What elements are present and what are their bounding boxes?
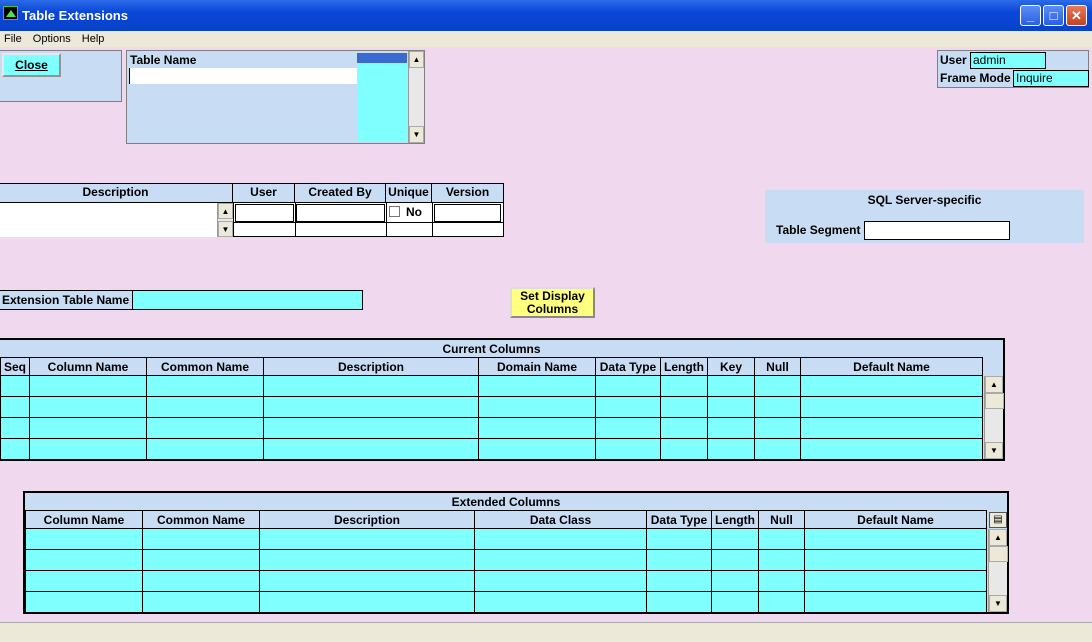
- unique-value: No: [406, 205, 422, 219]
- description-header: Description: [0, 184, 233, 202]
- scroll-up-icon[interactable]: ▲: [409, 51, 424, 68]
- table-row[interactable]: [25, 549, 987, 571]
- table-row[interactable]: [0, 396, 983, 418]
- version-header: Version: [432, 184, 503, 202]
- unique-header: Unique: [386, 184, 432, 202]
- set-display-columns-button[interactable]: Set Display Columns: [510, 287, 595, 318]
- col-header: Common Name: [146, 357, 264, 376]
- table-segment-input[interactable]: [864, 221, 1010, 240]
- window-title: Table Extensions: [22, 8, 128, 23]
- table-row[interactable]: [0, 375, 983, 397]
- current-columns-title: Current Columns: [442, 342, 541, 356]
- created-by-field: [296, 204, 385, 222]
- extension-table-panel: Extension Table Name: [0, 290, 363, 310]
- table-row[interactable]: [0, 438, 983, 460]
- menu-help[interactable]: Help: [78, 31, 109, 47]
- sql-server-title: SQL Server-specific: [867, 193, 982, 207]
- col-header: Column Name: [25, 510, 143, 529]
- status-bar: [0, 622, 1092, 642]
- frame-mode-field: Inquire: [1013, 70, 1089, 87]
- col-header: Data Type: [646, 510, 712, 529]
- version-field: [434, 204, 501, 222]
- table-segment-label: Table Segment: [776, 223, 861, 237]
- user-header: User: [233, 184, 295, 202]
- maximize-icon: □: [1049, 8, 1058, 23]
- col-header: Common Name: [142, 510, 260, 529]
- scroll-down-icon[interactable]: ▼: [218, 221, 233, 237]
- sql-server-panel: SQL Server-specific Table Segment: [765, 190, 1084, 243]
- scroll-down-icon[interactable]: ▼: [985, 442, 1003, 459]
- minimize-icon: _: [1026, 8, 1035, 23]
- scroll-down-icon[interactable]: ▼: [989, 595, 1007, 612]
- title-bar[interactable]: Table Extensions _ □ ✕: [0, 0, 1092, 31]
- table-name-input[interactable]: [129, 68, 357, 84]
- current-columns-table: Seq Column Name Common Name Description …: [0, 357, 983, 460]
- col-header: Domain Name: [478, 357, 596, 376]
- col-header: Null: [758, 510, 805, 529]
- table-name-panel: Table Name ▲ ▼: [126, 50, 425, 144]
- scroll-up-icon[interactable]: ▲: [989, 529, 1007, 546]
- table-row[interactable]: [25, 528, 987, 550]
- app-icon: [3, 6, 18, 20]
- extension-table-label: Extension Table Name: [2, 293, 130, 307]
- column-chooser-icon[interactable]: ▤: [989, 512, 1007, 528]
- table-name-label: Table Name: [130, 53, 197, 67]
- table-info-grid: Description User Created By Unique Versi…: [0, 183, 504, 237]
- close-icon: ✕: [1071, 8, 1082, 23]
- created-by-header: Created By: [295, 184, 386, 202]
- user-field: admin: [970, 52, 1046, 69]
- extended-columns-scrollbar[interactable]: ▲ ▼: [988, 529, 1008, 612]
- table-row[interactable]: [0, 417, 983, 439]
- current-columns-panel: Current Columns Seq Column Name Common N…: [0, 338, 1005, 461]
- menu-options[interactable]: Options: [29, 31, 75, 47]
- menu-bar: File Options Help: [0, 31, 1092, 47]
- user-field-info: [235, 204, 294, 222]
- list-selection: [357, 53, 407, 63]
- extended-columns-title: Extended Columns: [451, 495, 561, 509]
- extended-columns-panel: Extended Columns Column Name Common Name…: [23, 491, 1009, 614]
- col-header: Default Name: [804, 510, 987, 529]
- col-header: Key: [707, 357, 755, 376]
- table-row[interactable]: [25, 570, 987, 592]
- description-scrollbar[interactable]: ▲ ▼: [217, 203, 233, 237]
- user-panel: User admin Frame Mode Inquire: [937, 50, 1089, 88]
- col-header: Length: [660, 357, 708, 376]
- scroll-down-icon[interactable]: ▼: [409, 126, 424, 143]
- scroll-up-icon[interactable]: ▲: [985, 376, 1003, 393]
- col-header: Description: [263, 357, 479, 376]
- col-header: Default Name: [800, 357, 983, 376]
- col-header: Description: [259, 510, 475, 529]
- unique-checkbox[interactable]: [389, 206, 400, 217]
- extended-columns-table: Column Name Common Name Description Data…: [25, 510, 987, 613]
- description-field[interactable]: [0, 203, 217, 237]
- table-name-scrollbar[interactable]: ▲ ▼: [408, 51, 424, 143]
- close-window-button[interactable]: ✕: [1066, 5, 1087, 26]
- table-name-list[interactable]: [357, 53, 407, 142]
- col-header: Column Name: [29, 357, 147, 376]
- frame-mode-label: Frame Mode: [940, 71, 1011, 85]
- close-panel: Close: [0, 50, 122, 102]
- maximize-button[interactable]: □: [1043, 5, 1064, 26]
- scroll-thumb[interactable]: [985, 393, 1004, 409]
- scroll-up-icon[interactable]: ▲: [218, 203, 233, 219]
- user-label: User: [940, 53, 967, 67]
- col-header: Null: [754, 357, 801, 376]
- scroll-thumb[interactable]: [989, 546, 1008, 562]
- minimize-button[interactable]: _: [1020, 5, 1041, 26]
- extension-table-field: [132, 290, 363, 310]
- col-header: Data Type: [595, 357, 661, 376]
- current-columns-scrollbar[interactable]: ▲ ▼: [984, 376, 1004, 459]
- table-row[interactable]: [25, 591, 987, 613]
- menu-file[interactable]: File: [0, 31, 26, 47]
- close-button[interactable]: Close: [2, 53, 61, 77]
- col-header: Length: [711, 510, 759, 529]
- col-header: Data Class: [474, 510, 647, 529]
- col-header: Seq: [0, 357, 30, 376]
